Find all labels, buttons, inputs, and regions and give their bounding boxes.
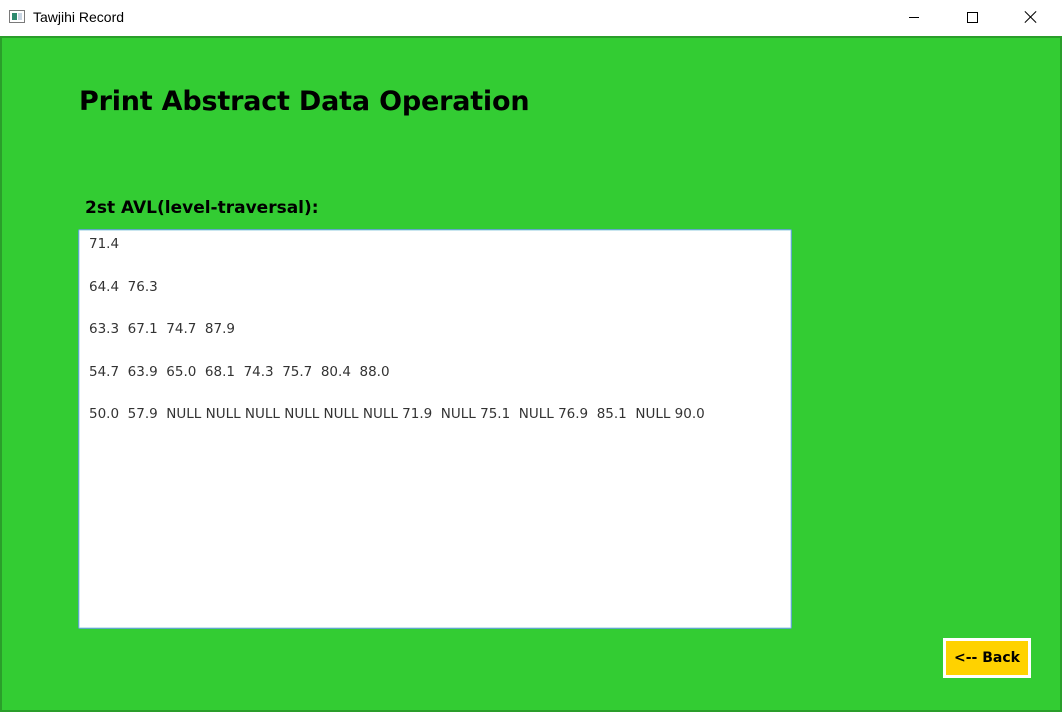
output-line-level-2: 64.4 76.3 xyxy=(89,278,158,295)
output-line-level-5: 50.0 57.9 NULL NULL NULL NULL NULL NULL … xyxy=(89,406,705,422)
output-line-level-1: 71.4 xyxy=(89,236,120,252)
minimize-button[interactable] xyxy=(885,0,943,34)
output-line-level-4: 54.7 63.9 65.0 68.1 74.3 75.7 80.4 88.0 xyxy=(89,363,390,380)
output-line-level-3: 63.3 67.1 74.7 87.9 xyxy=(89,321,235,337)
app-window-icon xyxy=(9,10,25,23)
page-title: Print Abstract Data Operation xyxy=(79,86,530,117)
maximize-icon xyxy=(966,11,978,23)
back-button[interactable]: <-- Back xyxy=(943,638,1031,678)
maximize-button[interactable] xyxy=(943,0,1001,34)
title-bar[interactable]: Tawjihi Record xyxy=(0,0,1062,36)
main-panel: Print Abstract Data Operation 2st AVL(le… xyxy=(0,36,1062,712)
minimize-icon xyxy=(909,16,919,18)
app-window: Tawjihi Record Print Abstract Data Opera… xyxy=(0,0,1062,712)
traversal-label: 2st AVL(level-traversal): xyxy=(85,198,319,218)
window-title: Tawjihi Record xyxy=(33,9,125,25)
close-button[interactable] xyxy=(1002,0,1060,34)
traversal-output-textarea[interactable]: 71.4 64.4 76.3 63.3 67.1 74.7 87.9 54.7 … xyxy=(78,229,792,629)
close-icon xyxy=(1024,10,1038,24)
